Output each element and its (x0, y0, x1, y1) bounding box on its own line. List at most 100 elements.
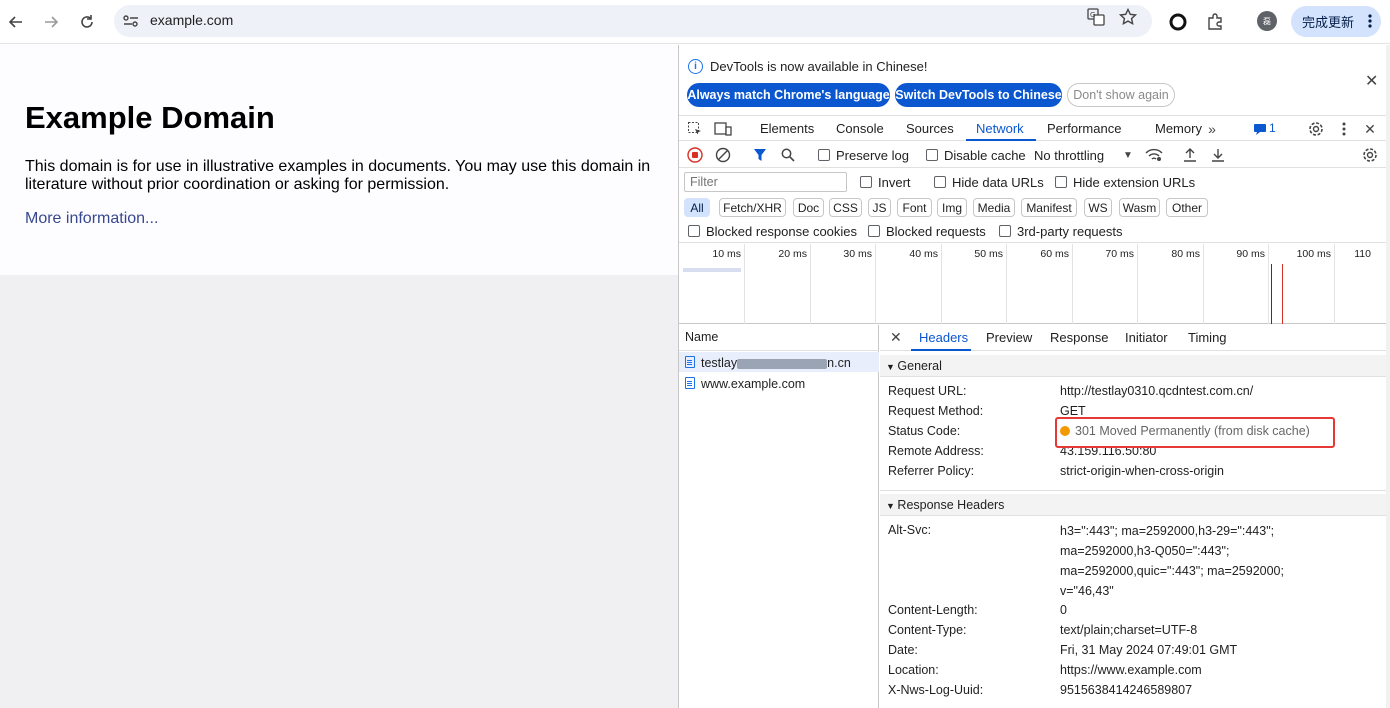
general-section-header[interactable]: ▼ General (880, 355, 1390, 377)
scrollbar[interactable] (1386, 45, 1390, 708)
svg-text:G: G (1090, 11, 1095, 19)
checkbox-icon[interactable] (1055, 176, 1067, 188)
match-language-button[interactable]: Always match Chrome's language (687, 83, 890, 107)
issues-icon[interactable] (1251, 120, 1269, 138)
extension-circle-icon[interactable] (1166, 10, 1190, 34)
response-headers-section-header[interactable]: ▼ Response Headers (880, 494, 1390, 516)
type-wasm[interactable]: Wasm (1119, 198, 1160, 217)
type-font[interactable]: Font (897, 198, 932, 217)
browser-toolbar: example.com G 磊 完成更新 (0, 0, 1390, 44)
type-js[interactable]: JS (868, 198, 891, 217)
type-media[interactable]: Media (973, 198, 1015, 217)
network-overview-timeline[interactable]: 10 ms 20 ms 30 ms 40 ms 50 ms 60 ms 70 m… (679, 244, 1390, 324)
switch-language-button[interactable]: Switch DevTools to Chinese (895, 83, 1062, 107)
checkbox-icon[interactable] (818, 149, 830, 161)
load-event-marker (1282, 264, 1283, 324)
blocked-response-cookies-checkbox[interactable]: Blocked response cookies (688, 224, 857, 239)
tab-headers[interactable]: Headers (919, 330, 968, 345)
more-options-icon[interactable] (1335, 120, 1353, 138)
filter-funnel-icon[interactable] (751, 146, 769, 164)
hide-extension-urls-checkbox[interactable]: Hide extension URLs (1055, 175, 1195, 190)
hide-extension-urls-label: Hide extension URLs (1073, 175, 1196, 190)
reload-icon[interactable] (73, 8, 101, 36)
tab-console[interactable]: Console (836, 121, 884, 136)
tab-performance[interactable]: Performance (1047, 121, 1121, 136)
network-conditions-wifi-icon[interactable] (1145, 146, 1163, 164)
more-vert-icon[interactable] (1368, 13, 1372, 32)
page-title: Example Domain (25, 100, 275, 135)
tab-elements[interactable]: Elements (760, 121, 814, 136)
network-settings-gear-icon[interactable] (1361, 146, 1379, 164)
third-party-requests-checkbox[interactable]: 3rd-party requests (999, 224, 1123, 239)
device-toolbar-icon[interactable] (714, 120, 732, 138)
issues-count[interactable]: 1 (1269, 121, 1276, 135)
timeline-gridline (1203, 244, 1204, 324)
extensions-puzzle-icon[interactable] (1203, 10, 1227, 34)
request-row[interactable]: testlay n.cn (679, 352, 879, 372)
request-method-value: GET (1060, 404, 1086, 418)
hide-data-urls-checkbox[interactable]: Hide data URLs (934, 175, 1044, 190)
log-uuid-key: X-Nws-Log-Uuid: (888, 683, 984, 697)
settings-gear-icon[interactable] (1307, 120, 1325, 138)
search-icon[interactable] (779, 146, 797, 164)
checkbox-icon[interactable] (688, 225, 700, 237)
request-details: ✕ Headers Preview Response Initiator Tim… (880, 325, 1390, 708)
close-details-icon[interactable]: ✕ (890, 329, 902, 346)
tab-preview[interactable]: Preview (986, 330, 1032, 345)
import-har-icon[interactable] (1181, 146, 1199, 164)
tab-network[interactable]: Network (976, 121, 1024, 136)
tab-response[interactable]: Response (1050, 330, 1109, 345)
section-divider (880, 490, 1390, 491)
checkbox-icon[interactable] (860, 176, 872, 188)
timeline-tick: 70 ms (1105, 248, 1134, 260)
checkbox-icon[interactable] (926, 149, 938, 161)
update-button[interactable]: 完成更新 (1291, 6, 1381, 37)
timeline-tick: 40 ms (909, 248, 938, 260)
forward-arrow-icon[interactable] (37, 8, 65, 36)
type-other[interactable]: Other (1166, 198, 1208, 217)
tab-initiator[interactable]: Initiator (1125, 330, 1168, 345)
dont-show-again-button[interactable]: Don't show again (1067, 83, 1175, 107)
request-url-key: Request URL: (888, 384, 967, 398)
inspect-element-icon[interactable] (686, 120, 704, 138)
type-img[interactable]: Img (937, 198, 967, 217)
dropdown-caret-icon[interactable]: ▼ (1119, 146, 1137, 164)
tab-memory[interactable]: Memory (1155, 121, 1202, 136)
more-information-link[interactable]: More information... (25, 210, 158, 228)
type-all[interactable]: All (684, 198, 710, 217)
more-tabs-chevron-icon[interactable]: » (1203, 120, 1221, 138)
type-doc[interactable]: Doc (793, 198, 824, 217)
clear-icon[interactable] (714, 146, 732, 164)
back-arrow-icon[interactable] (2, 8, 30, 36)
profile-avatar[interactable]: 磊 (1257, 11, 1277, 31)
request-name: www.example.com (701, 377, 806, 391)
checkbox-icon[interactable] (999, 225, 1011, 237)
type-manifest[interactable]: Manifest (1021, 198, 1077, 217)
type-fetch-xhr[interactable]: Fetch/XHR (719, 198, 786, 217)
preserve-log-checkbox[interactable]: Preserve log (818, 148, 909, 163)
type-ws[interactable]: WS (1084, 198, 1112, 217)
close-icon[interactable]: ✕ (1365, 71, 1378, 91)
site-settings-icon[interactable] (122, 13, 140, 29)
disable-cache-checkbox[interactable]: Disable cache (926, 148, 1026, 163)
tab-timing[interactable]: Timing (1188, 330, 1227, 345)
address-bar[interactable]: example.com (114, 5, 1152, 37)
filter-input[interactable] (684, 172, 847, 192)
name-column-header[interactable]: Name (679, 325, 879, 351)
throttling-select[interactable]: No throttling (1034, 148, 1104, 163)
blocked-requests-checkbox[interactable]: Blocked requests (868, 224, 986, 239)
translate-icon[interactable]: G (1086, 7, 1106, 27)
invert-checkbox[interactable]: Invert (860, 175, 911, 190)
url-text[interactable]: example.com (150, 12, 233, 28)
record-stop-icon[interactable] (686, 146, 704, 164)
type-css[interactable]: CSS (829, 198, 862, 217)
bookmark-star-icon[interactable] (1118, 7, 1138, 27)
tab-sources[interactable]: Sources (906, 121, 954, 136)
checkbox-icon[interactable] (868, 225, 880, 237)
blocked-filters-row: Blocked response cookies Blocked request… (679, 221, 1390, 243)
close-devtools-icon[interactable]: ✕ (1361, 120, 1379, 138)
checkbox-icon[interactable] (934, 176, 946, 188)
request-row[interactable]: www.example.com (679, 373, 879, 393)
blocked-requests-label: Blocked requests (886, 224, 986, 239)
export-har-icon[interactable] (1209, 146, 1227, 164)
